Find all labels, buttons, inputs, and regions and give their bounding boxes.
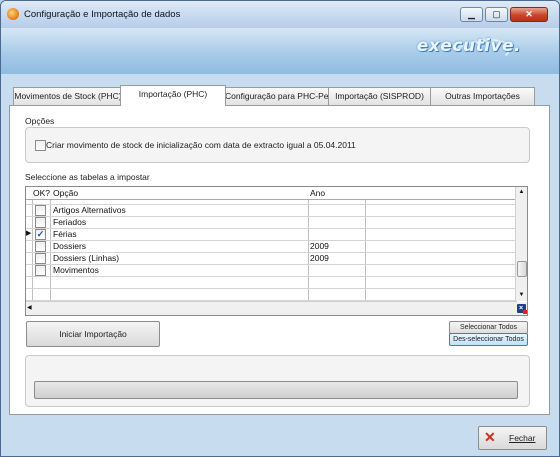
export-excel-icon-badge (523, 310, 527, 314)
row-opcao: Férias (53, 229, 77, 239)
scroll-up-icon[interactable]: ▲ (517, 188, 526, 196)
scroll-down-icon[interactable]: ▼ (517, 291, 526, 299)
row-opcao: Dossiers (Linhas) (53, 253, 120, 263)
export-excel-icon[interactable]: × (517, 304, 527, 314)
row-ok-checkbox[interactable] (35, 265, 46, 276)
table-row-empty (26, 288, 516, 301)
maximize-icon: ▢ (492, 9, 501, 19)
minimize-icon: ▁ (468, 9, 475, 19)
options-section-label: Opções (25, 116, 55, 126)
row-ok-checkbox[interactable] (35, 241, 46, 252)
row-opcao: Artigos Alternativos (53, 205, 126, 215)
row-ok-checkbox[interactable] (35, 253, 46, 264)
deselect-all-button[interactable]: Des-seleccionar Todos (449, 333, 528, 346)
grid-vertical-scrollbar[interactable]: ▲ ▼ (515, 187, 527, 301)
row-opcao: Movimentos (53, 265, 99, 275)
options-groupbox: Criar movimento de stock de inicializaçã… (25, 127, 530, 163)
row-ok-checkbox[interactable] (35, 205, 46, 216)
exit-button-label: Fechar (509, 433, 536, 443)
grid-header-opcao[interactable]: Opção (53, 187, 78, 199)
row-ok-checkbox-checked[interactable]: ✓ (35, 229, 46, 240)
tab-movimentos-stock-phc[interactable]: Movimentos de Stock (PHC) (13, 87, 123, 105)
app-icon (7, 8, 19, 20)
row-opcao: Dossiers (53, 241, 87, 251)
grid-header-ok[interactable]: OK? (33, 187, 50, 199)
row-pointer-icon: ▶ (26, 230, 32, 237)
brand-logo: executive. (416, 36, 521, 56)
init-stock-checkbox[interactable] (35, 140, 46, 151)
import-progress-bar (34, 381, 518, 399)
row-ok-checkbox[interactable] (35, 217, 46, 228)
window-title: Configuração e Importação de dados (24, 9, 181, 20)
tables-section-label: Seleccione as tabelas a impostar (25, 172, 150, 182)
tab-configuracao-phc-pes[interactable]: Configuração para PHC-Pes (224, 87, 329, 105)
init-stock-checkbox-label: Criar movimento de stock de inicializaçã… (46, 140, 356, 150)
row-ano: 2009 (310, 241, 329, 251)
scroll-thumb[interactable] (517, 261, 527, 277)
title-bar: Configuração e Importação de dados ▁ ▢ ✕ (1, 1, 559, 28)
header-banner: executive. (1, 28, 559, 74)
grid-horizontal-scrollbar[interactable]: ◀ (26, 301, 516, 315)
close-button[interactable]: ✕ (510, 7, 548, 22)
tab-strip: Movimentos de Stock (PHC) Importação (PH… (9, 85, 549, 106)
start-import-button[interactable]: Iniciar Importação (26, 321, 160, 347)
grid-corner: × (516, 302, 527, 315)
minimize-button[interactable]: ▁ (460, 7, 483, 22)
close-x-icon: ✕ (484, 429, 496, 445)
row-opcao: Feriados (53, 217, 87, 227)
exit-button[interactable]: ✕ Fechar (478, 426, 547, 450)
tab-outras-importacoes[interactable]: Outras Importações (430, 87, 535, 105)
grid-header-ano[interactable]: Ano (310, 187, 325, 199)
scroll-left-icon[interactable]: ◀ (27, 304, 32, 311)
tables-grid[interactable]: OK? Opção Ano Artigos Alternativos Feria… (25, 186, 528, 316)
maximize-button[interactable]: ▢ (485, 7, 508, 22)
close-icon: ✕ (525, 9, 533, 19)
tab-importacao-sisprod[interactable]: Importação (SISPROD) (328, 87, 431, 105)
tab-importacao-phc[interactable]: Importação (PHC) (120, 85, 226, 106)
row-ano: 2009 (310, 253, 329, 263)
main-window: Configuração e Importação de dados ▁ ▢ ✕… (0, 0, 560, 457)
